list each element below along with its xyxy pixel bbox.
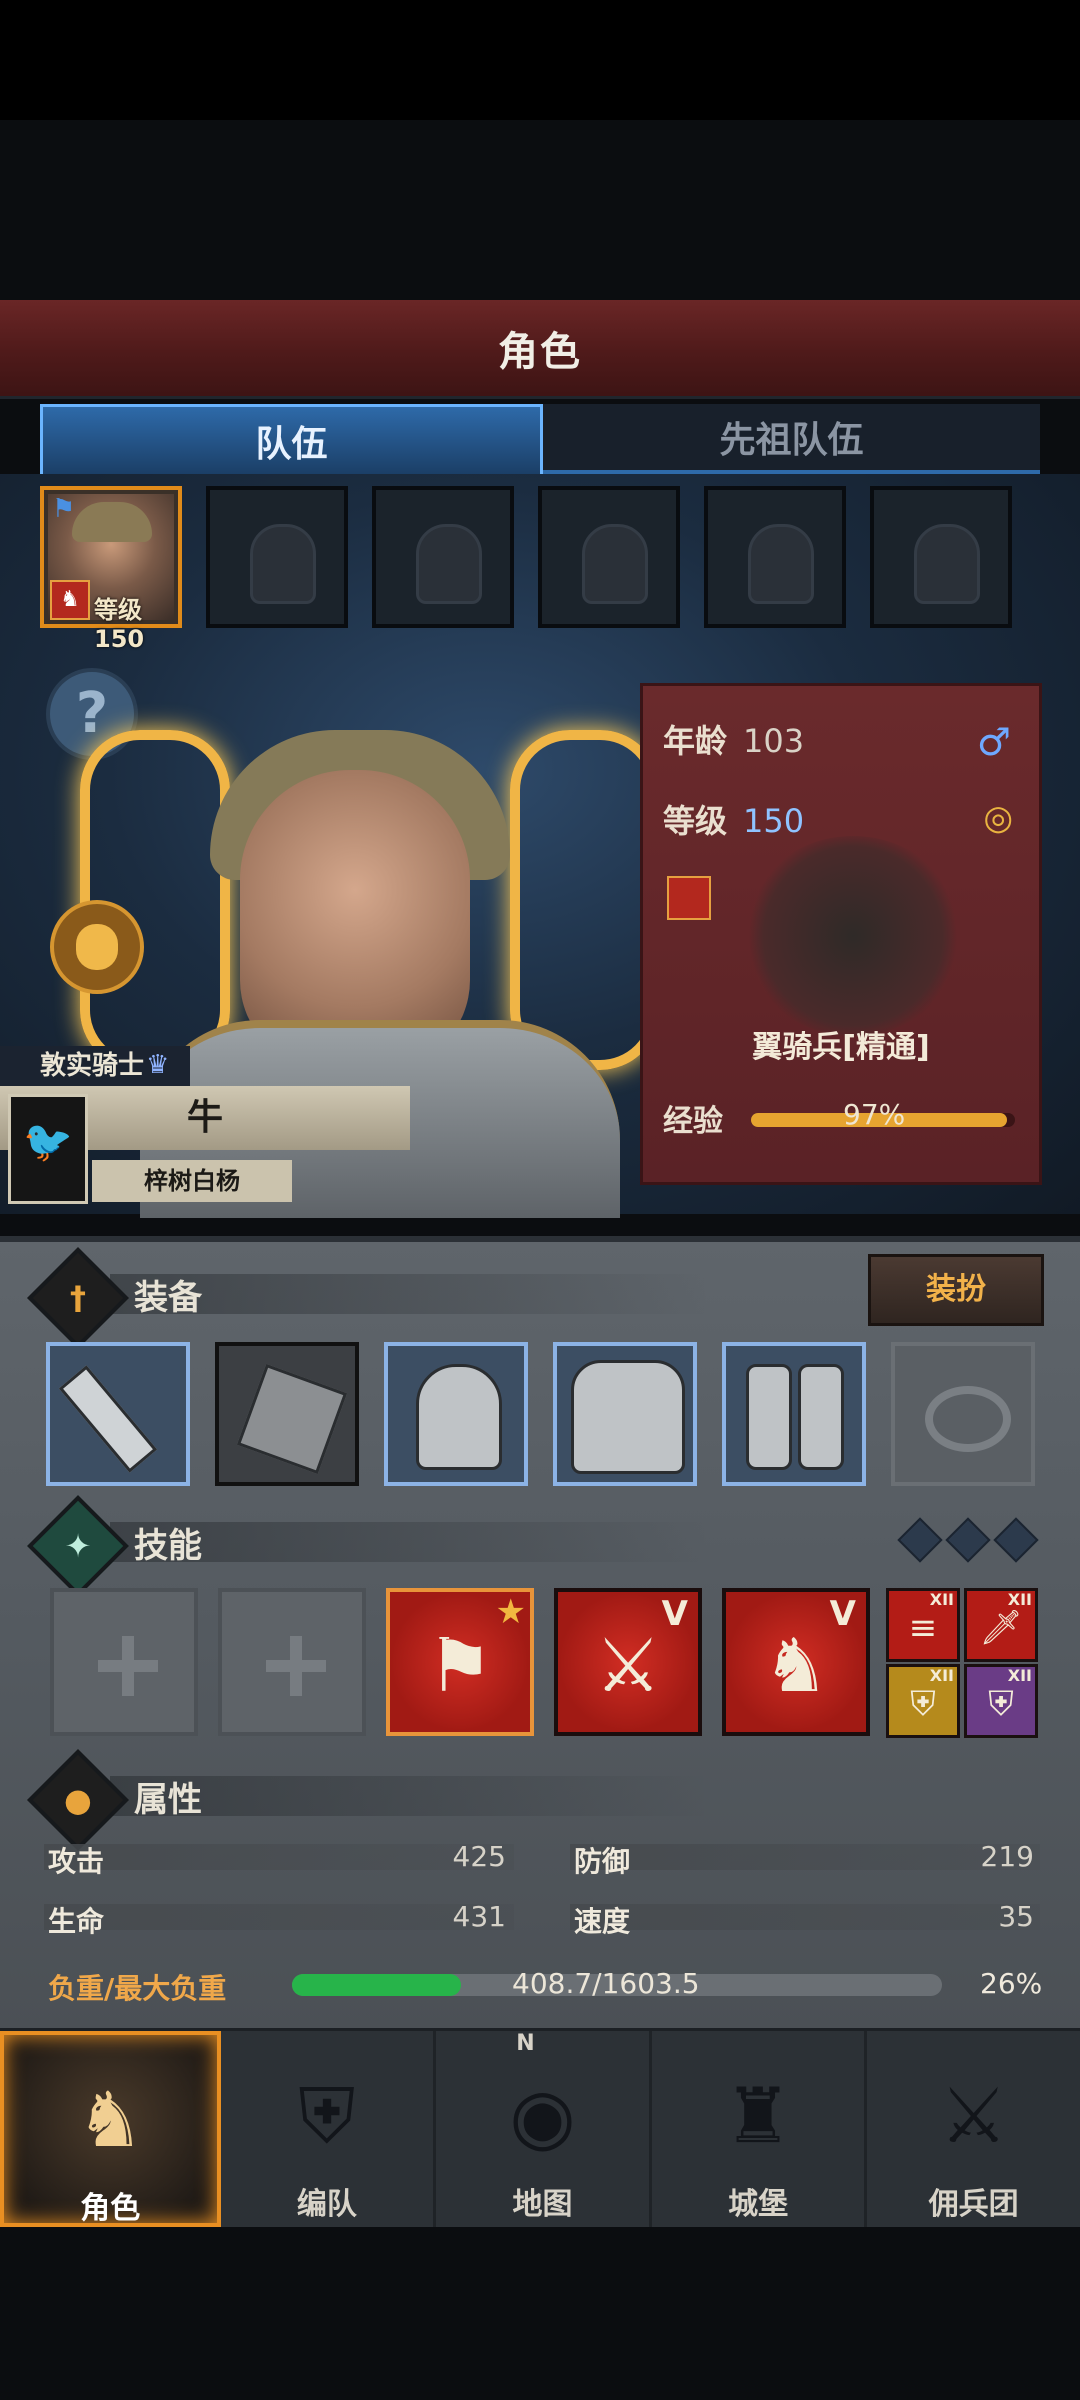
nav-mercenary[interactable]: ⚔ 佣兵团	[867, 2031, 1080, 2227]
cavalry-badge-icon	[667, 876, 711, 920]
empty-helmet-icon	[250, 524, 316, 604]
party-slot-4[interactable]	[538, 486, 680, 628]
skill-slot-horse-training[interactable]: ♞ V	[722, 1588, 870, 1736]
party-slot-5[interactable]	[704, 486, 846, 628]
nav-castle[interactable]: ♜ 城堡	[652, 2031, 868, 2227]
nav-label: 角色	[80, 2191, 141, 2226]
health-value: 431	[452, 1900, 506, 1933]
mace-icon	[58, 1365, 158, 1473]
potion-button[interactable]	[50, 900, 144, 994]
leader-flag-icon: ⚑	[52, 494, 76, 524]
castle-icon: ♜	[724, 2071, 793, 2160]
passive-shield-purple-icon[interactable]: ⛨ XII	[964, 1664, 1038, 1738]
empty-helmet-icon	[416, 524, 482, 604]
empty-helmet-icon	[582, 524, 648, 604]
skills-title: 技能	[134, 1526, 202, 1566]
unit-info-card[interactable]: 年龄 103 ♂ 等级 150 ◎ 翼骑兵[精通] 经验 97%	[640, 683, 1042, 1185]
equipment-title: 装备	[134, 1278, 202, 1318]
defense-label: 防御	[574, 1845, 631, 1878]
nav-label: 地图	[512, 2187, 573, 2222]
equip-slot-banner[interactable]	[215, 1342, 359, 1486]
empty-helmet-icon	[914, 524, 980, 604]
hero-origin: 梓树白杨	[92, 1160, 292, 1202]
cross-icon	[98, 1636, 158, 1696]
nav-map[interactable]: N ◉ 地图	[436, 2031, 652, 2227]
speed-value: 35	[998, 1900, 1034, 1933]
right-flame-ornament	[510, 730, 660, 1070]
defense-value: 219	[980, 1840, 1034, 1873]
attack-label: 攻击	[48, 1845, 105, 1878]
equip-slot-ring[interactable]	[891, 1342, 1035, 1486]
skill-slot-banner[interactable]: ⚑ ★	[386, 1588, 534, 1736]
equip-slot-boots[interactable]	[722, 1342, 866, 1486]
skill-slot-sword-training[interactable]: ⚔ V	[554, 1588, 702, 1736]
greaves-icon	[746, 1364, 792, 1470]
cross-icon	[266, 1636, 326, 1696]
empty-helmet-icon	[748, 524, 814, 604]
passive-strength-icon[interactable]: ≡ XII	[886, 1588, 960, 1662]
nav-character[interactable]: ♞ 角色	[0, 2031, 221, 2227]
party-slot-6[interactable]	[870, 486, 1012, 628]
plate-armor-icon	[571, 1360, 685, 1474]
passive-sword-icon[interactable]: 🗡 XII	[964, 1588, 1038, 1662]
party-slot-2[interactable]	[206, 486, 348, 628]
age-label: 年龄	[663, 722, 728, 760]
equip-slot-helmet[interactable]	[384, 1342, 528, 1486]
level-value: 150	[743, 802, 805, 840]
star-icon: ★	[495, 1592, 526, 1632]
status-bar-area	[0, 0, 1080, 120]
load-bar-fill	[292, 1974, 461, 1996]
raven-banner-icon: 🐦	[8, 1094, 88, 1204]
nav-formation[interactable]: ⛨ 编队	[221, 2031, 437, 2227]
compass-map-icon: ◉	[509, 2071, 576, 2160]
exp-label: 经验	[663, 1104, 723, 1139]
skill-slot-empty-1[interactable]	[50, 1588, 198, 1736]
ring-icon: ◎	[983, 798, 1013, 838]
skill-slot-empty-2[interactable]	[218, 1588, 366, 1736]
winged-hussar-image	[743, 836, 963, 1036]
equip-slot-armor[interactable]	[553, 1342, 697, 1486]
equip-slot-weapon[interactable]	[46, 1342, 190, 1486]
great-helm-icon	[416, 1364, 502, 1470]
party-slot-level: 等级150	[94, 596, 145, 653]
nav-label: 佣兵团	[928, 2187, 1019, 2222]
page-title: 角色	[498, 329, 582, 375]
exp-percent: 97%	[843, 1098, 906, 1131]
banner-icon	[236, 1363, 348, 1475]
attack-value: 425	[452, 1840, 506, 1873]
party-slot-1[interactable]: ⚑ ♞ 等级150	[40, 486, 182, 653]
formation-icon: ⛨	[298, 2071, 356, 2160]
speed-label: 速度	[574, 1905, 631, 1938]
nav-label: 编队	[296, 2187, 357, 2222]
attributes-title: 属性	[134, 1780, 202, 1820]
health-label: 生命	[48, 1905, 105, 1938]
tab-bar: 队伍 先祖队伍	[40, 404, 1040, 474]
unit-name: 翼骑兵[精通]	[752, 1030, 930, 1065]
level-label: 等级	[663, 802, 728, 840]
party-slot-3[interactable]	[372, 486, 514, 628]
tab-party[interactable]: 队伍	[40, 404, 543, 474]
load-percent: 26%	[980, 1967, 1043, 2000]
bottom-nav: ♞ 角色 ⛨ 编队 N ◉ 地图 ♜ 城堡 ⚔ 佣兵团	[0, 2028, 1080, 2227]
load-label: 负重/最大负重	[48, 1972, 227, 2005]
cavalry-badge-icon: ♞	[50, 580, 90, 620]
load-value: 408.7/1603.5	[512, 1967, 700, 2000]
party-slots: ⚑ ♞ 等级150	[40, 486, 1040, 653]
nav-label: 城堡	[728, 2187, 789, 2222]
male-icon: ♂	[976, 720, 1011, 764]
mercenary-icon: ⚔	[939, 2071, 1008, 2160]
crown-icon: ♛	[146, 1050, 170, 1080]
potion-icon	[76, 924, 118, 970]
age-value: 103	[743, 722, 805, 760]
tab-ancestor-party[interactable]: 先祖队伍	[543, 404, 1040, 474]
knight-icon: ♞	[76, 2075, 145, 2164]
screen-header: 角色	[0, 300, 1080, 399]
ring-slot-icon	[925, 1386, 1011, 1452]
passive-shield-gold-icon[interactable]: ⛨ XII	[886, 1664, 960, 1738]
dress-up-button[interactable]: 装扮	[868, 1254, 1044, 1326]
